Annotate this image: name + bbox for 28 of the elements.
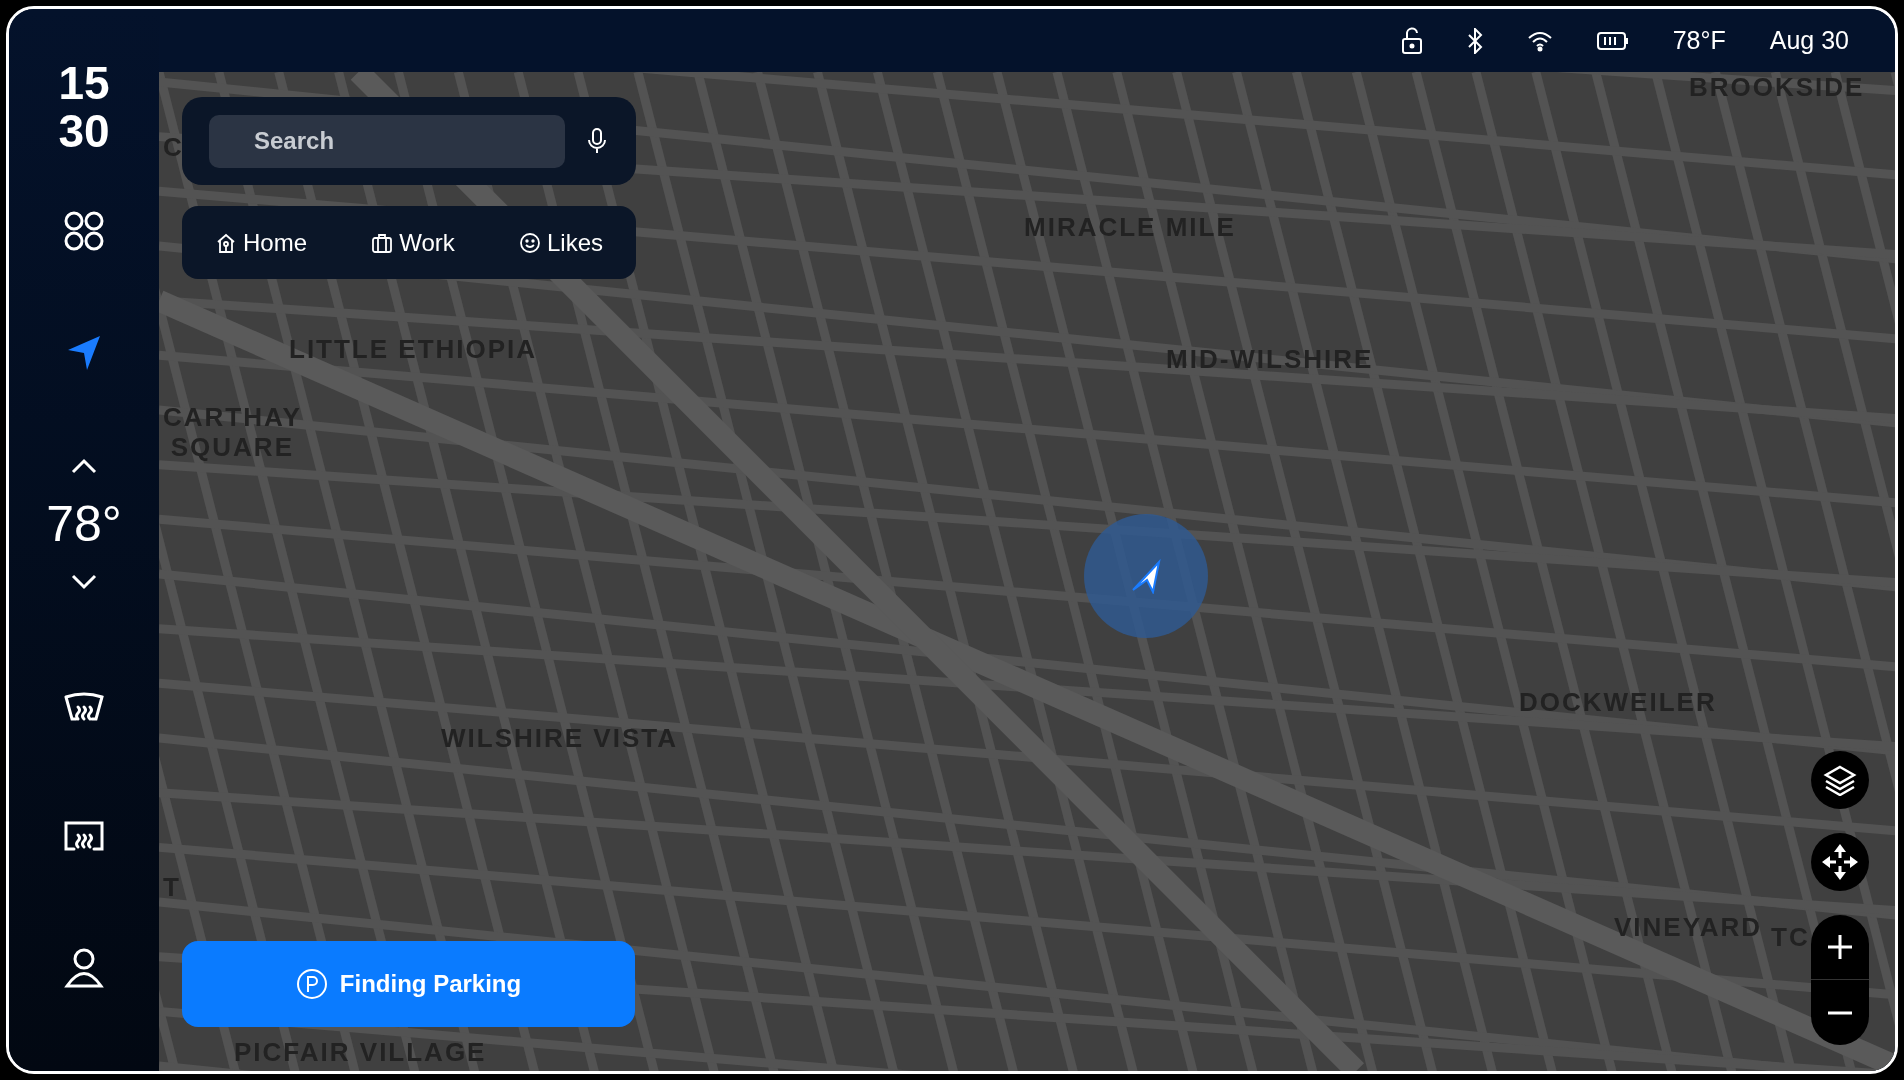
- wifi-icon: [1526, 29, 1553, 52]
- grid-icon[interactable]: [63, 210, 105, 252]
- parking-icon: [295, 968, 328, 1000]
- date: Aug 30: [1769, 24, 1849, 56]
- shortcut-button[interactable]: Work: [371, 224, 455, 261]
- user-icon[interactable]: [64, 947, 104, 989]
- microphone-icon[interactable]: [587, 127, 607, 155]
- layers-icon: [1823, 764, 1857, 796]
- smiley-icon: [518, 231, 541, 254]
- chevron-down-icon[interactable]: [69, 573, 99, 591]
- battery-icon: [1596, 30, 1629, 51]
- finding-parking-button[interactable]: Finding Parking: [182, 941, 635, 1027]
- plus-icon: [1827, 934, 1853, 960]
- unlocked-padlock-icon: [1400, 26, 1423, 55]
- chevron-up-icon[interactable]: [69, 457, 99, 475]
- outside-temperature: 78°F: [1672, 24, 1726, 56]
- search-field[interactable]: Search: [209, 114, 565, 168]
- cabin-temperature: 78°: [46, 499, 122, 549]
- minus-icon: [1827, 1010, 1853, 1015]
- house-icon: [215, 231, 237, 254]
- clock: 15 30: [58, 59, 110, 155]
- four-way-arrows-icon: [1820, 842, 1860, 882]
- location-arrow-icon: [1129, 558, 1163, 594]
- bluetooth-icon: [1466, 27, 1483, 54]
- shortcut-button[interactable]: Home: [215, 224, 308, 261]
- briefcase-icon: [371, 231, 394, 254]
- shortcut-button[interactable]: Likes: [518, 224, 603, 261]
- map-label: VINEYARD: [1614, 912, 1762, 942]
